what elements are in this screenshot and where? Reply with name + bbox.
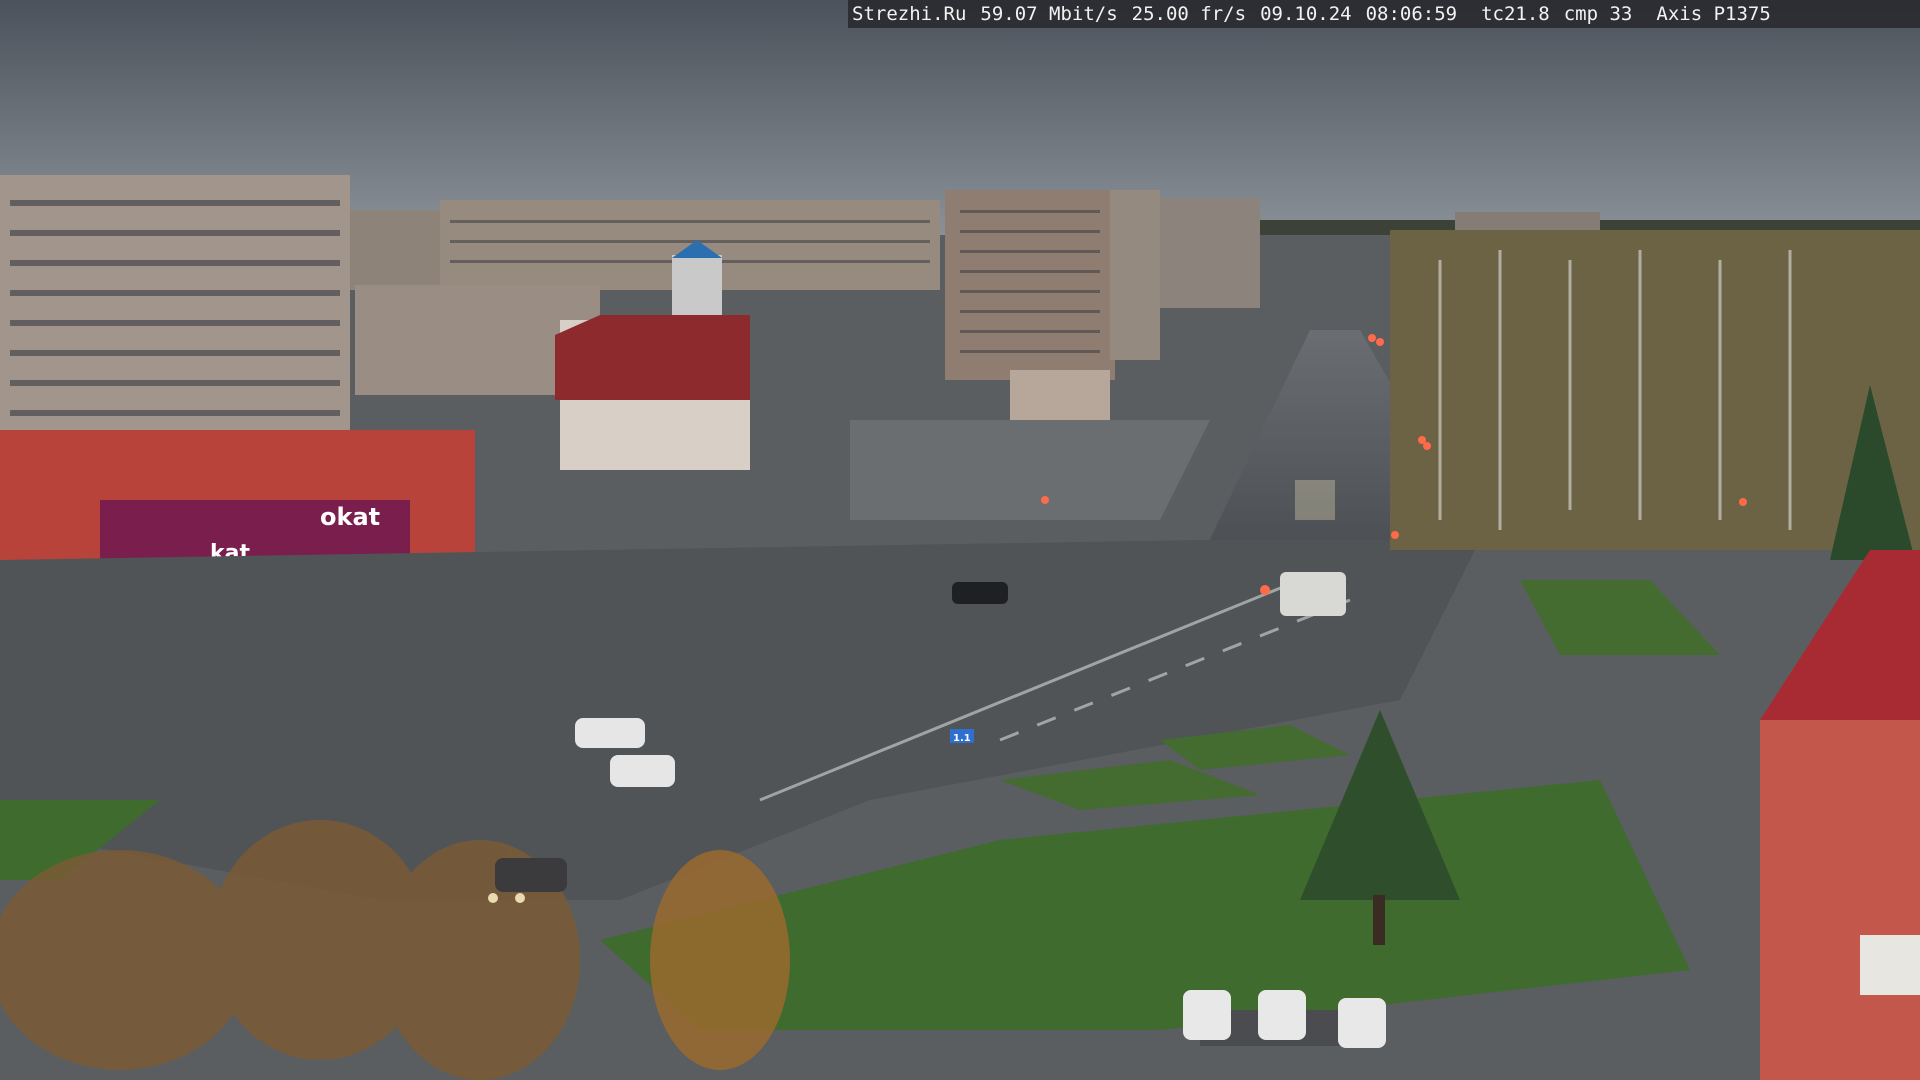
framerate-label: 25.00 fr/s bbox=[1131, 3, 1247, 25]
tc-label: tc21.8 bbox=[1481, 3, 1550, 25]
street-scene: okat kat 1.1 bbox=[0, 0, 1920, 1080]
cmp-label: cmp 33 bbox=[1563, 3, 1633, 25]
site-label: Strezhi.Ru bbox=[852, 3, 967, 25]
birch-forest bbox=[1390, 230, 1920, 550]
small-building bbox=[1010, 370, 1110, 420]
date-label: 09.10.24 bbox=[1260, 3, 1352, 25]
store-sign: okat bbox=[320, 503, 380, 531]
svg-text:1.1: 1.1 bbox=[953, 733, 971, 744]
camera-model-label: Axis P1375 bbox=[1656, 3, 1771, 25]
time-label: 08:06:59 bbox=[1365, 3, 1458, 25]
camera-overlay: Strezhi.Ru 59.07 Mbit/s 25.00 fr/s 09.10… bbox=[848, 0, 1920, 28]
paved-square bbox=[850, 420, 1210, 520]
blue-tower bbox=[672, 255, 722, 315]
bitrate-label: 59.07 Mbit/s bbox=[980, 3, 1118, 25]
webcam-frame: okat kat 1.1 Strezhi.Ru 59.07 Mbit/s 25.… bbox=[0, 0, 1920, 1080]
red-roof bbox=[555, 315, 750, 400]
